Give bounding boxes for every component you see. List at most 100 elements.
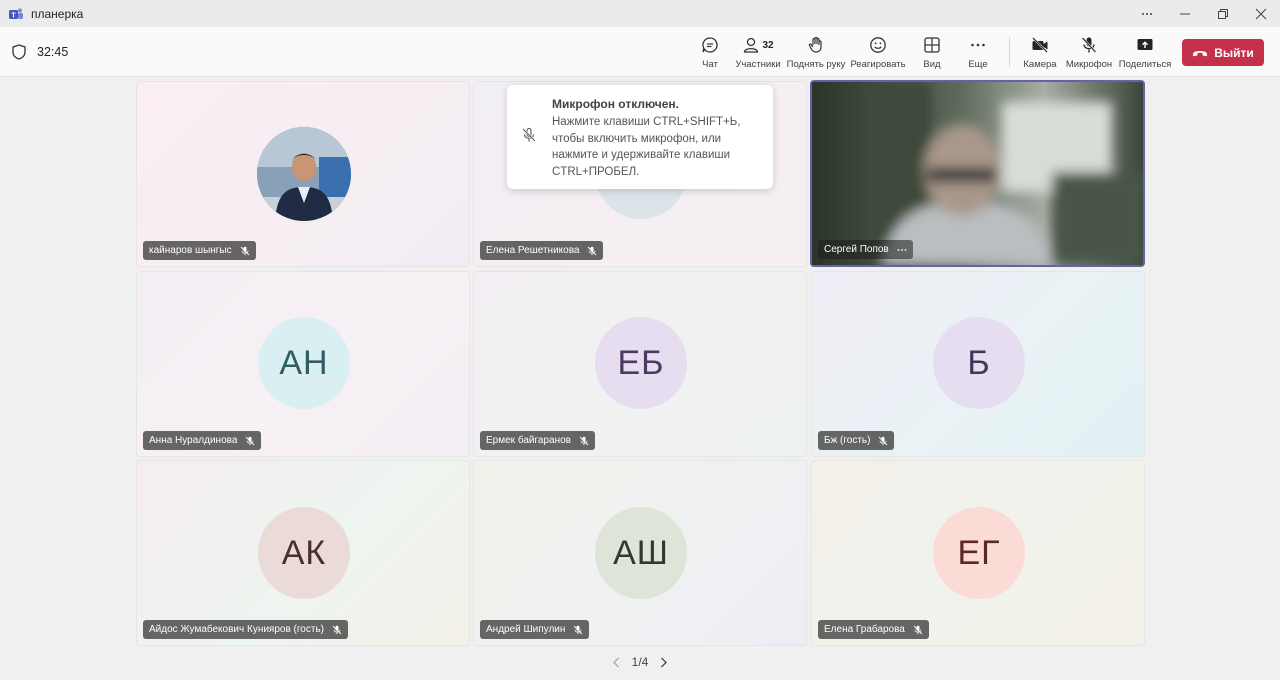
share-screen-icon bbox=[1137, 39, 1153, 50]
mic-muted-toast: Микрофон отключен. Нажмите клавиши CTRL+… bbox=[507, 85, 773, 189]
chat-label: Чат bbox=[702, 59, 718, 70]
camera-label: Камера bbox=[1023, 59, 1057, 70]
camera-button[interactable]: Камера bbox=[1022, 35, 1058, 71]
participant-initials: АН bbox=[279, 343, 329, 382]
participant-name-tag: Сергей Попов bbox=[818, 240, 913, 259]
video-feed bbox=[812, 82, 1143, 265]
participant-initials: АК bbox=[281, 533, 327, 572]
chevron-right-icon[interactable] bbox=[660, 657, 668, 668]
restore-button[interactable] bbox=[1204, 0, 1242, 27]
ellipsis-icon[interactable] bbox=[897, 245, 907, 255]
participant-name: Айдос Жумабекович Кунияров (гость) bbox=[149, 624, 324, 635]
participant-initials: АШ bbox=[613, 533, 669, 572]
page-indicator: 1/4 bbox=[631, 655, 649, 669]
more-icon bbox=[971, 43, 985, 47]
mic-muted-icon bbox=[913, 625, 923, 634]
mic-muted-icon bbox=[879, 436, 888, 445]
restore-icon bbox=[1218, 8, 1228, 19]
toolbar-divider bbox=[1009, 37, 1010, 67]
participant-photo-avatar bbox=[257, 127, 351, 221]
mic-muted-icon bbox=[240, 246, 249, 255]
participant-tile[interactable]: ЕБ Ермек байгаранов bbox=[473, 271, 807, 457]
participant-name: Андрей Шипулин bbox=[486, 624, 566, 635]
chat-button[interactable]: Чат bbox=[696, 35, 724, 71]
participant-name-tag: Елена Грабарова bbox=[818, 620, 929, 639]
camera-off-icon bbox=[1032, 37, 1048, 53]
meeting-toolbar: 32:45 Чат 32 Участники Поднять руку Реаг… bbox=[0, 27, 1280, 77]
participant-avatar: АН bbox=[258, 317, 350, 409]
raise-hand-button[interactable]: Поднять руку bbox=[787, 35, 845, 71]
smiley-icon bbox=[870, 37, 886, 53]
mic-muted-icon bbox=[588, 246, 597, 255]
mic-muted-icon bbox=[579, 436, 589, 445]
participant-initials: ЕБ bbox=[617, 343, 665, 382]
participant-name: Елена Грабарова bbox=[824, 624, 905, 635]
participant-avatar: ЕБ bbox=[595, 317, 687, 409]
participant-name-tag: Ермек байгаранов bbox=[480, 431, 595, 450]
mic-muted-icon bbox=[246, 436, 255, 445]
participant-tile[interactable]: АН Анна Нуралдинова bbox=[136, 271, 470, 457]
participant-name: Ермек байгаранов bbox=[486, 435, 571, 446]
participant-tile[interactable]: Б Бж (гость) bbox=[811, 271, 1145, 457]
participant-tile[interactable]: АК Айдос Жумабекович Кунияров (гость) bbox=[136, 460, 470, 646]
mic-off-icon bbox=[1081, 37, 1097, 53]
react-label: Реагировать bbox=[850, 59, 906, 70]
participant-avatar: АШ bbox=[595, 507, 687, 599]
raise-hand-label: Поднять руку bbox=[786, 59, 846, 70]
participant-avatar: Б bbox=[933, 317, 1025, 409]
more-label: Еще bbox=[968, 59, 988, 70]
toast-title: Микрофон отключен. bbox=[552, 97, 679, 111]
participants-button[interactable]: 32 Участники bbox=[735, 35, 781, 71]
participant-name: Сергей Попов bbox=[824, 244, 889, 255]
participant-name-tag: Елена Решетникова bbox=[480, 241, 604, 260]
shield-icon bbox=[12, 44, 26, 60]
participant-tile[interactable]: АШ Андрей Шипулин bbox=[473, 460, 807, 646]
teams-logo-icon: T bbox=[9, 8, 23, 19]
participant-initials: Б bbox=[967, 343, 991, 382]
participant-tile[interactable]: кайнаров шынгыс bbox=[136, 81, 470, 267]
mic-muted-icon bbox=[332, 625, 342, 634]
participant-name-tag: Анна Нуралдинова bbox=[143, 431, 262, 450]
hand-icon bbox=[808, 36, 822, 53]
participant-name-tag: Айдос Жумабекович Кунияров (гость) bbox=[143, 620, 348, 639]
close-window-button[interactable] bbox=[1242, 0, 1280, 27]
participant-name-tag: кайнаров шынгыс bbox=[143, 241, 256, 260]
participant-avatar: ЕГ bbox=[933, 507, 1025, 599]
minimize-button[interactable] bbox=[1166, 0, 1204, 27]
pagination: 1/4 bbox=[612, 653, 668, 671]
more-button[interactable]: Еще bbox=[966, 35, 990, 71]
participant-avatar: АК bbox=[258, 507, 350, 599]
participant-name: кайнаров шынгыс bbox=[149, 245, 232, 256]
participant-name: Бж (гость) bbox=[824, 435, 871, 446]
participant-tile[interactable]: ЕГ Елена Грабарова bbox=[811, 460, 1145, 646]
window-controls bbox=[1128, 0, 1280, 27]
microphone-button[interactable]: Микрофон bbox=[1066, 35, 1112, 71]
participants-count: 32 bbox=[762, 39, 774, 51]
participant-name: Елена Решетникова bbox=[486, 245, 580, 256]
share-button[interactable]: Поделиться bbox=[1118, 35, 1172, 71]
chat-icon bbox=[702, 37, 718, 53]
minimize-icon bbox=[1180, 13, 1190, 14]
chevron-left-icon[interactable] bbox=[612, 657, 620, 668]
view-label: Вид bbox=[923, 59, 941, 70]
participant-name-tag: Бж (гость) bbox=[818, 431, 895, 450]
participant-video-tile[interactable]: Сергей Попов bbox=[810, 80, 1145, 267]
participants-label: Участники bbox=[735, 59, 781, 70]
share-label: Поделиться bbox=[1118, 59, 1172, 70]
close-icon bbox=[1255, 8, 1267, 19]
view-button[interactable]: Вид bbox=[920, 35, 944, 71]
microphone-label: Микрофон bbox=[1065, 59, 1113, 70]
participant-name: Анна Нуралдинова bbox=[149, 435, 238, 446]
leave-button[interactable]: Выйти bbox=[1182, 39, 1264, 66]
people-icon bbox=[744, 37, 759, 53]
more-options-button[interactable] bbox=[1128, 0, 1166, 27]
meeting-timer: 32:45 bbox=[37, 45, 69, 59]
participant-initials: ЕГ bbox=[957, 533, 1001, 572]
grid-view-icon bbox=[924, 37, 940, 53]
ellipsis-icon bbox=[1142, 12, 1152, 15]
leave-label: Выйти bbox=[1214, 45, 1254, 60]
window-title: планерка bbox=[31, 6, 84, 21]
react-button[interactable]: Реагировать bbox=[850, 35, 906, 71]
title-bar: T планерка bbox=[0, 0, 1280, 27]
mic-muted-icon bbox=[574, 625, 583, 634]
